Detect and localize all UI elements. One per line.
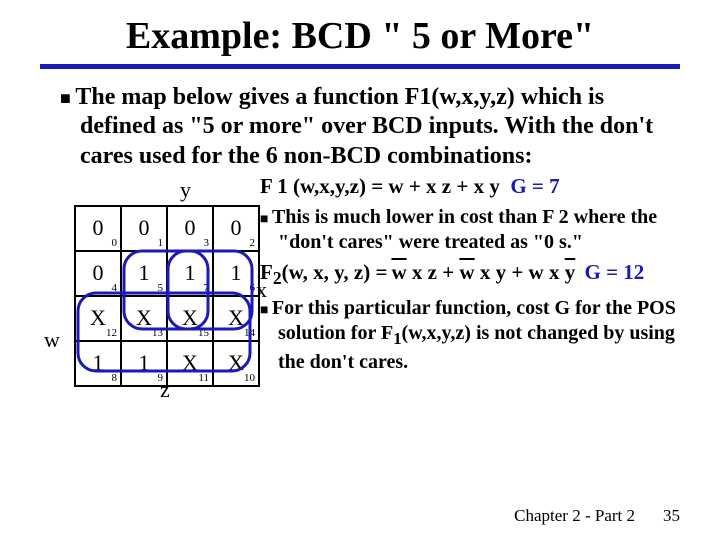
kmap-grid: 00 01 03 02 04 15 17 16 X12 X13 X15 (74, 205, 260, 387)
kmap-label-w: w (44, 327, 60, 353)
point-pos: For this particular function, cost G for… (260, 296, 680, 375)
footer-page: 35 (663, 506, 680, 526)
lead-paragraph: The map below gives a function F1(w,x,y,… (60, 83, 680, 171)
title-rule (40, 64, 680, 69)
point-lower-cost: This is much lower in cost than F 2 wher… (260, 205, 680, 255)
slide-footer: Chapter 2 - Part 2 35 (514, 506, 680, 526)
equation-f1: F 1 (w,x,y,z) = w + x z + x y G = 7 (260, 173, 680, 199)
equation-f2: F2(w, x, y, z) = w x z + w x y + w x y G… (260, 259, 680, 290)
footer-chapter: Chapter 2 - Part 2 (514, 506, 635, 526)
kmap-label-y: y (180, 177, 191, 203)
slide-title: Example: BCD " 5 or More" (40, 14, 680, 58)
